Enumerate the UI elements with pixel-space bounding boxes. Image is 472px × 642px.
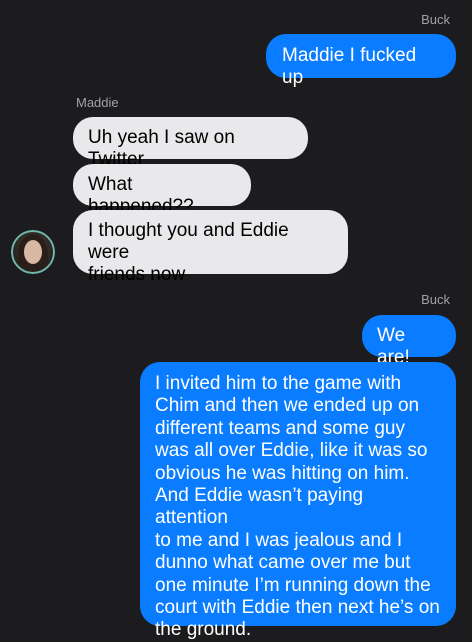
contact-avatar[interactable] [11,230,55,274]
message-bubble-outgoing[interactable]: I invited him to the game with Chim and … [140,362,456,640]
message-bubble-incoming[interactable]: I thought you and Eddie were friends now [73,210,348,285]
message-bubble-incoming[interactable]: Uh yeah I saw on Twitter [73,117,308,170]
sender-name: Buck [421,12,450,27]
sender-name: Buck [421,292,450,307]
avatar-ring [11,230,55,274]
message-bubble-incoming[interactable]: What happened?? [73,164,251,217]
sender-name: Maddie [76,95,119,110]
message-bubble-outgoing[interactable]: We are! [362,315,456,368]
message-bubble-outgoing[interactable]: Maddie I fucked up [266,34,456,88]
